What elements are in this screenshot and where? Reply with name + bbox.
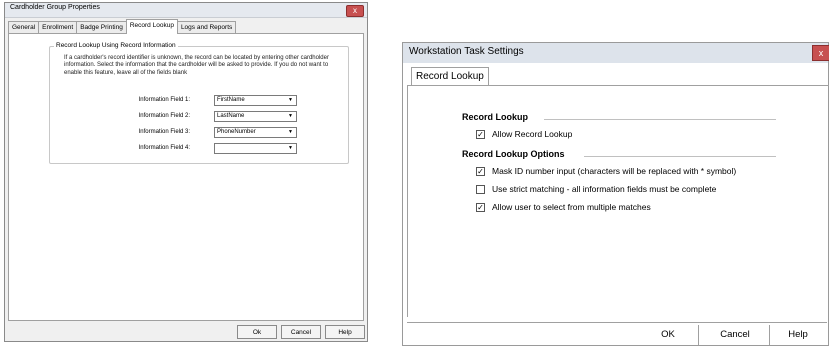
info-field-label: Information Field 2:	[138, 113, 190, 119]
button-separator	[698, 325, 699, 345]
info-field-row-3: Information Field 3: PhoneNumber ▼	[50, 127, 350, 138]
checkbox-label: Allow Record Lookup	[492, 129, 573, 139]
allow-record-lookup-row[interactable]: ✓ Allow Record Lookup	[476, 128, 572, 140]
section-divider	[544, 119, 776, 120]
chevron-down-icon[interactable]: ▼	[286, 129, 295, 136]
info-field-label: Information Field 1:	[138, 97, 190, 103]
ok-button[interactable]: OK	[653, 327, 683, 343]
button-separator	[769, 325, 770, 345]
checkbox-label: Use strict matching - all information fi…	[492, 184, 717, 194]
strict-matching-row[interactable]: Use strict matching - all information fi…	[476, 183, 716, 195]
section-divider	[584, 156, 776, 157]
info-field-row-1: Information Field 1: FirstName ▼	[50, 95, 350, 106]
info-field-4-select[interactable]: ▼	[214, 143, 297, 154]
close-button[interactable]: x	[812, 45, 829, 61]
checkbox-label: Mask ID number input (characters will be…	[492, 166, 737, 176]
group-title: Record Lookup Using Record Information	[54, 42, 178, 49]
chevron-down-icon[interactable]: ▼	[286, 97, 295, 104]
allow-record-lookup-checkbox[interactable]: ✓	[476, 129, 485, 139]
workstation-task-settings-dialog: Workstation Task Settings x Record Looku…	[402, 42, 829, 346]
info-field-2-select[interactable]: LastName ▼	[214, 111, 297, 122]
dialog-title: Workstation Task Settings	[409, 46, 524, 57]
info-field-3-select[interactable]: PhoneNumber ▼	[214, 127, 297, 138]
button-bar: Ok Cancel Help	[5, 325, 367, 341]
chevron-down-icon[interactable]: ▼	[286, 113, 295, 120]
record-lookup-group: Record Lookup Using Record Information I…	[49, 42, 350, 164]
select-value: LastName	[217, 113, 245, 119]
multiple-matches-row[interactable]: ✓ Allow user to select from multiple mat…	[476, 201, 651, 213]
tab-panel: Record Lookup Using Record Information I…	[8, 33, 364, 321]
strict-matching-checkbox[interactable]	[476, 184, 485, 194]
info-field-label: Information Field 4:	[138, 145, 190, 151]
select-value: PhoneNumber	[217, 129, 256, 135]
close-button[interactable]: x	[346, 5, 364, 17]
help-button[interactable]: Help	[325, 325, 365, 339]
cancel-button[interactable]: Cancel	[281, 325, 321, 339]
select-value: FirstName	[217, 97, 245, 103]
tab-record-lookup[interactable]: Record Lookup	[411, 67, 489, 86]
cancel-button[interactable]: Cancel	[713, 327, 757, 343]
info-field-1-select[interactable]: FirstName ▼	[214, 95, 297, 106]
title-bar: Workstation Task Settings x	[403, 43, 829, 63]
dialog-title: Cardholder Group Properties	[10, 4, 100, 11]
mask-id-row[interactable]: ✓ Mask ID number input (characters will …	[476, 165, 736, 177]
group-description: If a cardholder's record identifier is u…	[64, 55, 329, 76]
help-button[interactable]: Help	[783, 327, 813, 343]
mask-id-checkbox[interactable]: ✓	[476, 166, 485, 176]
tab-strip: General Enrollment Badge Printing Record…	[8, 19, 237, 34]
tab-record-lookup[interactable]: Record Lookup	[125, 19, 178, 34]
multiple-matches-checkbox[interactable]: ✓	[476, 202, 485, 212]
tab-panel: Record Lookup ✓ Allow Record Lookup Reco…	[407, 85, 829, 317]
section-title-record-lookup: Record Lookup	[462, 112, 529, 122]
button-bar-divider	[407, 322, 827, 323]
chevron-down-icon[interactable]: ▼	[286, 145, 295, 152]
cardholder-group-properties-dialog: Cardholder Group Properties x General En…	[4, 2, 368, 342]
info-field-row-4: Information Field 4: ▼	[50, 143, 350, 154]
ok-button[interactable]: Ok	[237, 325, 277, 339]
info-field-label: Information Field 3:	[138, 129, 190, 135]
checkbox-label: Allow user to select from multiple match…	[492, 202, 651, 212]
info-field-row-2: Information Field 2: LastName ▼	[50, 111, 350, 122]
title-bar: Cardholder Group Properties x	[5, 3, 367, 18]
section-title-record-lookup-options: Record Lookup Options	[462, 149, 565, 159]
